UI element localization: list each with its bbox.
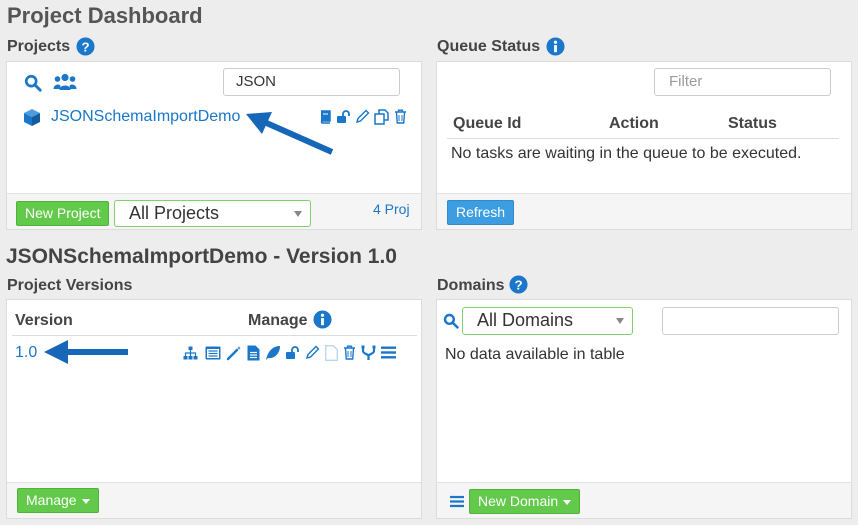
list-alt-icon[interactable] — [205, 346, 221, 360]
queue-panel: Filter Queue Id Action Status No tasks a… — [436, 61, 852, 230]
project-link[interactable]: JSONSchemaImportDemo — [51, 108, 240, 126]
refresh-button[interactable]: Refresh — [447, 200, 515, 225]
domains-panel: All Domains No data available in table N… — [436, 299, 852, 519]
versions-col-manage: Manage — [248, 312, 308, 329]
search-icon[interactable] — [24, 74, 42, 92]
domains-title: Domains — [437, 277, 505, 294]
queue-title: Queue Status — [437, 38, 541, 55]
unlock-icon[interactable] — [336, 110, 350, 124]
queue-footer: Refresh — [437, 193, 851, 229]
search-icon[interactable] — [443, 313, 459, 329]
svg-text:?: ? — [81, 39, 89, 54]
caret-down-icon — [563, 499, 572, 505]
project-filter-select[interactable]: All Projects — [114, 200, 311, 227]
file-outline-icon[interactable] — [325, 345, 338, 361]
new-domain-button[interactable]: New Domain — [469, 489, 581, 514]
queue-filter-placeholder: Filter — [669, 73, 703, 90]
projects-panel: JSON JSONSchemaImportDemo New Project Al… — [6, 61, 422, 230]
new-domain-label: New Domain — [478, 493, 559, 509]
versions-panel: Version Manage 1.0 Manage — [6, 299, 422, 519]
domain-filter-select[interactable]: All Domains — [462, 307, 633, 335]
users-icon[interactable] — [53, 73, 77, 92]
trash-icon[interactable] — [394, 109, 407, 124]
magic-wand-icon[interactable] — [226, 345, 242, 361]
queue-filter-input[interactable]: Filter — [654, 68, 831, 96]
version-link[interactable]: 1.0 — [15, 344, 37, 362]
chevron-down-icon — [294, 211, 302, 217]
list-item: JSONSchemaImportDemo — [7, 104, 421, 132]
queue-col-action: Action — [609, 115, 659, 132]
file-text-icon[interactable] — [247, 345, 260, 361]
caret-down-icon — [81, 498, 90, 504]
hamburger-icon[interactable] — [450, 495, 464, 508]
versions-col-version: Version — [15, 312, 73, 329]
versions-title: Project Versions — [7, 277, 133, 294]
hamburger-icon[interactable] — [381, 346, 396, 359]
copy-icon[interactable] — [374, 109, 390, 125]
fork-icon[interactable] — [361, 345, 376, 361]
info-icon[interactable] — [313, 310, 332, 329]
cube-icon — [24, 109, 40, 126]
manage-button[interactable]: Manage — [17, 488, 99, 513]
projects-footer: New Project All Projects 4 Proj — [7, 193, 421, 229]
domains-footer: New Domain — [437, 482, 851, 518]
project-header: JSONSchemaImportDemo - Version 1.0 — [6, 245, 397, 268]
arrow-annotation — [44, 340, 128, 364]
queue-col-id: Queue Id — [453, 115, 522, 132]
page-title: Project Dashboard — [7, 3, 203, 28]
sitemap-icon[interactable] — [183, 346, 198, 360]
domain-search-input[interactable] — [662, 307, 839, 335]
project-count: 4 Proj — [373, 201, 410, 217]
manage-button-label: Manage — [26, 492, 77, 508]
chevron-down-icon — [616, 318, 624, 324]
new-project-button[interactable]: New Project — [16, 201, 110, 226]
svg-text:?: ? — [514, 277, 522, 292]
help-icon[interactable]: ? — [509, 275, 528, 294]
domain-filter-value: All Domains — [477, 310, 574, 330]
help-icon[interactable]: ? — [76, 37, 95, 56]
project-filter-value: All Projects — [129, 203, 220, 223]
queue-col-status: Status — [728, 115, 777, 132]
pencil-icon[interactable] — [355, 109, 370, 124]
unlock-icon[interactable] — [285, 346, 299, 360]
arrow-annotation — [246, 112, 334, 155]
pencil-icon[interactable] — [305, 345, 320, 360]
queue-empty-message: No tasks are waiting in the queue to be … — [451, 145, 802, 162]
divider — [447, 138, 839, 139]
projects-title: Projects — [7, 38, 71, 55]
leaf-icon[interactable] — [265, 345, 281, 361]
project-search-input[interactable]: JSON — [223, 68, 400, 96]
divider — [12, 335, 417, 336]
info-icon[interactable] — [546, 37, 565, 56]
domains-empty-message: No data available in table — [445, 346, 625, 363]
trash-icon[interactable] — [343, 345, 356, 360]
versions-footer: Manage — [7, 482, 421, 518]
